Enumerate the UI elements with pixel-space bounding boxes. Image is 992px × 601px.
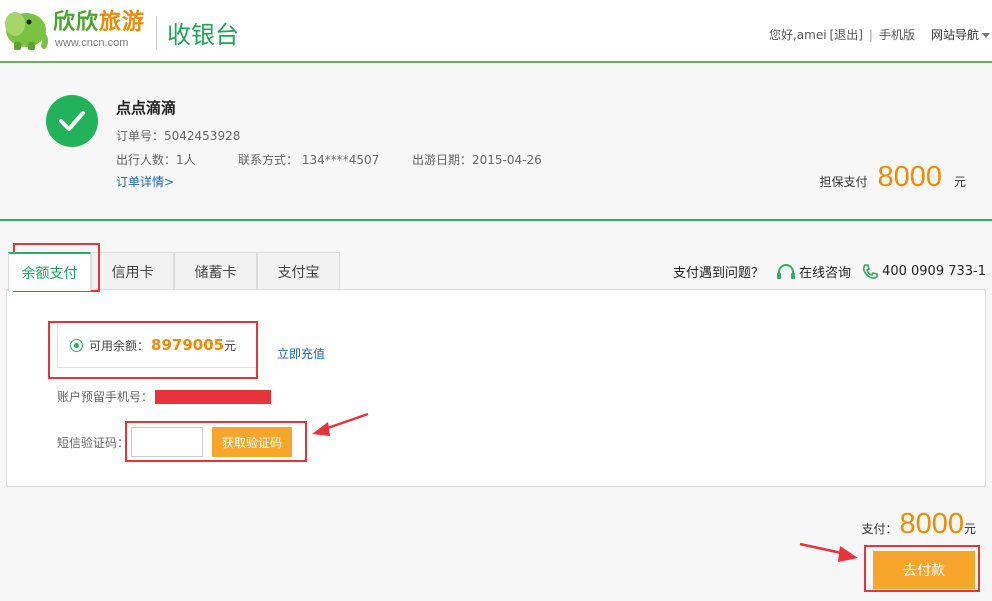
tab-balance-payment[interactable]: 余额支付 xyxy=(8,252,91,291)
elephant-logo-icon[interactable] xyxy=(2,4,50,52)
mobile-version-link[interactable]: 手机版 xyxy=(879,26,915,43)
page-title: 收银台 xyxy=(167,21,239,49)
page-header: 欣欣旅游 www.cncn.com 收银台 您好,amei [退出] | 手机版… xyxy=(0,0,992,63)
online-consult-link[interactable]: 在线咨询 xyxy=(776,262,851,281)
reserved-phone-row: 账户预留手机号： xyxy=(57,388,272,405)
travel-date: 出游日期：2015-04-26 xyxy=(412,153,542,167)
logo-url: www.cncn.com xyxy=(55,37,129,49)
contact-info: 联系方式： 134****4507 xyxy=(238,153,380,167)
guarantee-label: 担保支付 xyxy=(819,175,868,189)
sms-code-input[interactable] xyxy=(131,427,204,457)
success-check-icon xyxy=(46,95,98,147)
order-detail-link[interactable]: 订单详情> xyxy=(116,173,174,190)
pay-label: 支付： xyxy=(861,522,898,536)
site-nav-dropdown[interactable]: 网站导航 xyxy=(931,26,990,43)
balance-radio[interactable] xyxy=(70,338,83,352)
logo-divider xyxy=(156,16,157,50)
link-separator: | xyxy=(868,27,873,42)
balance-option[interactable]: 可用余额： 8979005 元 xyxy=(57,322,257,368)
balance-unit: 元 xyxy=(224,338,237,353)
tab-alipay[interactable]: 支付宝 xyxy=(257,252,340,290)
logo-text[interactable]: 欣欣旅游 xyxy=(53,10,145,36)
annotation-arrow-go-pay xyxy=(799,542,858,562)
balance-label: 可用余额： xyxy=(89,338,150,353)
payment-tabs: 余额支付 信用卡 储蓄卡 支付宝 xyxy=(8,252,340,291)
payment-help: 支付遇到问题？ 在线咨询 400 0909 733-1 xyxy=(673,262,986,281)
order-summary: 点点滴滴 订单号：5042453928 出行人数：1人 联系方式： 134***… xyxy=(0,63,992,221)
pay-total: 支付： 8000 元 xyxy=(861,508,976,541)
guarantee-amount: 8000 xyxy=(877,161,942,193)
logout-link[interactable]: [退出] xyxy=(830,26,863,43)
pay-amount: 8000 xyxy=(899,508,964,540)
user-greeting: 您好,amei xyxy=(768,28,827,42)
get-sms-code-button[interactable]: 获取验证码 xyxy=(212,427,293,457)
phone-icon xyxy=(862,263,878,279)
recharge-link[interactable]: 立即充值 xyxy=(277,345,325,362)
headset-icon xyxy=(777,263,796,279)
tab-debit-card[interactable]: 储蓄卡 xyxy=(174,252,257,290)
help-question: 支付遇到问题？ xyxy=(673,266,765,281)
sms-code-label: 短信验证码： xyxy=(57,435,130,450)
hotline-number: 400 0909 733-1 xyxy=(861,263,986,281)
balance-payment-panel: 可用余额： 8979005 元 立即充值 账户预留手机号： 短信验证码： 获取验… xyxy=(6,289,986,487)
pay-unit: 元 xyxy=(963,522,976,536)
product-name: 点点滴滴 xyxy=(116,99,177,117)
tab-credit-card[interactable]: 信用卡 xyxy=(91,252,174,290)
redacted-phone-number xyxy=(155,389,272,404)
go-pay-button[interactable]: 去付款 xyxy=(873,551,975,589)
sms-code-row: 短信验证码： 获取验证码 xyxy=(57,427,293,457)
balance-value: 8979005 xyxy=(151,336,225,354)
chevron-down-icon xyxy=(982,33,990,38)
order-number: 订单号：5042453928 xyxy=(116,129,241,143)
guarantee-payment: 担保支付 8000 元 xyxy=(819,161,966,194)
reserved-phone-label: 账户预留手机号： xyxy=(57,390,154,404)
top-links: 您好,amei [退出] | 手机版 网站导航 xyxy=(769,26,990,43)
traveler-count: 出行人数：1人 xyxy=(116,153,196,167)
guarantee-unit: 元 xyxy=(953,175,966,189)
